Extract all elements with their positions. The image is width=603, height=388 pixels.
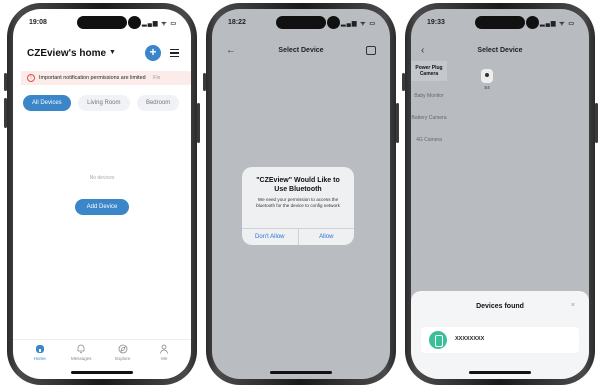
nav-label: Me (161, 356, 168, 361)
status-time: 19:08 (29, 19, 47, 26)
nav-label: Explore (115, 356, 131, 361)
select-device-screen: 18:22 ▂▄▆ ᯤ ▭ ← Select Device "CZEview" … (212, 9, 390, 379)
phone-side-button (4, 73, 7, 91)
phone-side-button (4, 98, 7, 128)
warning-icon: ! (27, 74, 35, 82)
alert-buttons: Don't Allow Allow (242, 228, 354, 245)
status-icons: ▂▄▆ ᯤ ▭ (142, 21, 177, 27)
page-title: Select Device (278, 47, 324, 54)
category-baby-monitor[interactable]: Baby Monitor (411, 89, 447, 103)
phone-devices-found-screen: 19:33 ▂▄▆ ᯤ ▭ ‹ Select Device Power Plug… (402, 3, 598, 385)
status-time: 18:22 (228, 19, 246, 26)
home-title[interactable]: CZEview's home (27, 48, 106, 59)
device-label: S4 (484, 85, 490, 90)
menu-icon[interactable] (170, 49, 179, 57)
device-tile[interactable]: S4 (475, 69, 499, 90)
alert-title: "CZEview" Would Like to Use Bluetooth (256, 177, 340, 193)
notification-banner[interactable]: ! Important notification permissions are… (21, 71, 191, 85)
nav-item-explore[interactable]: Explore (103, 344, 143, 365)
category-battery-camera[interactable]: Battery Camera (411, 111, 447, 125)
devices-found-screen: 19:33 ▂▄▆ ᯤ ▭ ‹ Select Device Power Plug… (411, 9, 589, 379)
compass-icon (118, 344, 128, 354)
found-device-item[interactable]: XXXXXXXX (421, 327, 579, 353)
nav-item-me[interactable]: Me (144, 344, 184, 365)
phone-home-screen: 19:08 ▂▄▆ ᯤ ▭ CZEview's home ▼ + ! Impor… (4, 3, 200, 385)
category-power-plug-camera[interactable]: Power Plug Camera (411, 61, 447, 81)
dynamic-island (77, 16, 141, 29)
dont-allow-button[interactable]: Don't Allow (242, 229, 298, 245)
room-tabs: All Devices Living Room Bedroom (23, 91, 191, 111)
nav-label: Home (33, 356, 46, 361)
phone-side-button (396, 103, 399, 143)
tab-living-room[interactable]: Living Room (78, 95, 130, 111)
plus-icon[interactable]: + (145, 45, 161, 61)
allow-button[interactable]: Allow (297, 229, 355, 245)
bell-icon (77, 344, 85, 354)
tab-all-devices[interactable]: All Devices (23, 95, 71, 111)
phone-bluetooth-screen: 18:22 ▂▄▆ ᯤ ▭ ← Select Device "CZEview" … (203, 3, 399, 385)
devices-found-sheet: Devices found × XXXXXXXX (411, 291, 589, 379)
page-title: Select Device (477, 47, 523, 54)
tab-bedroom[interactable]: Bedroom (136, 95, 180, 111)
bluetooth-permission-alert: "CZEview" Would Like to Use Bluetooth We… (242, 167, 354, 245)
status-icons: ▂▄▆ ᯤ ▭ (341, 21, 376, 27)
status-icons: ▂▄▆ ᯤ ▭ (540, 21, 575, 27)
person-icon (160, 344, 169, 354)
notification-text: Important notification permissions are l… (39, 75, 146, 81)
sheet-title: Devices found (476, 303, 524, 310)
category-sidebar: Power Plug Camera Baby Monitor Battery C… (411, 61, 447, 155)
nav-label: Messages (70, 356, 92, 361)
alert-message: We need your permission to access the bl… (256, 197, 340, 208)
found-device-name: XXXXXXXX (455, 336, 485, 342)
empty-state-text: No devices (89, 175, 115, 181)
phone-side-button (197, 103, 200, 143)
nav-item-home[interactable]: Home (20, 344, 60, 365)
home-indicator[interactable] (71, 371, 133, 374)
home-indicator[interactable] (270, 371, 332, 374)
dynamic-island (475, 16, 539, 29)
category-4g-camera[interactable]: 4G Camera (411, 133, 447, 147)
add-device-button[interactable]: Add Device (75, 199, 129, 215)
home-screen: 19:08 ▂▄▆ ᯤ ▭ CZEview's home ▼ + ! Impor… (13, 9, 191, 379)
phone-side-button (203, 73, 206, 91)
camera-icon (481, 69, 493, 83)
dynamic-island (276, 16, 340, 29)
status-time: 19:33 (427, 19, 445, 26)
home-icon (35, 345, 44, 353)
bottom-nav: Home Messages Explore Me (13, 339, 191, 365)
caret-down-icon[interactable]: ▼ (109, 49, 116, 56)
nav-item-messages[interactable]: Messages (61, 344, 101, 365)
device-icon (429, 331, 447, 349)
close-icon[interactable]: × (571, 302, 575, 309)
notification-fix-link[interactable]: Fix (153, 75, 160, 81)
phone-side-button (402, 73, 405, 91)
phone-side-button (595, 103, 598, 143)
scan-icon[interactable] (366, 46, 376, 55)
home-header: CZEview's home ▼ + (27, 45, 179, 65)
home-indicator[interactable] (469, 371, 531, 374)
